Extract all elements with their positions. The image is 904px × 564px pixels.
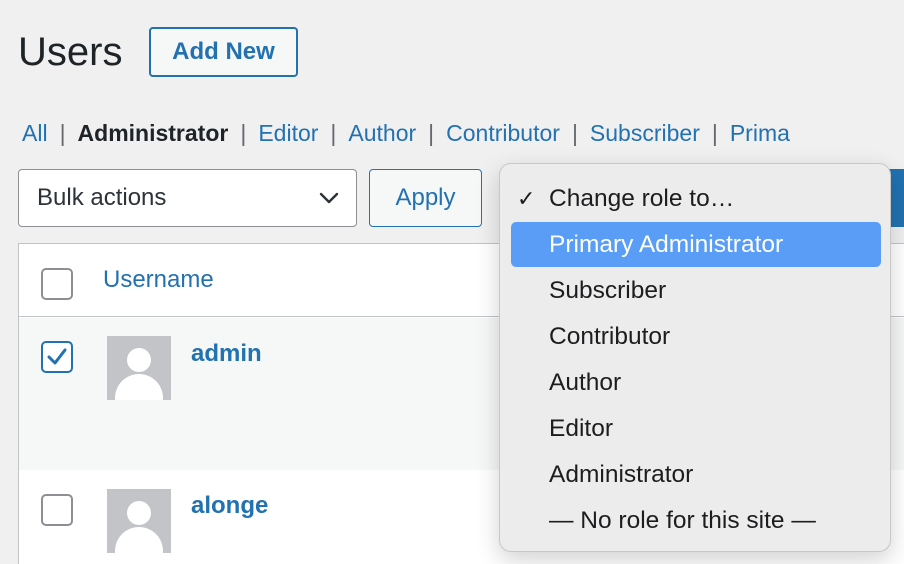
role-option-editor[interactable]: Editor xyxy=(511,406,881,451)
bulk-actions-value: Bulk actions xyxy=(37,184,167,211)
filter-separator: | xyxy=(240,120,247,146)
role-option-contributor[interactable]: Contributor xyxy=(511,314,881,359)
role-option-label: Primary Administrator xyxy=(549,230,784,258)
role-option-change-role-to[interactable]: ✓ Change role to… xyxy=(511,176,881,221)
username-link[interactable]: admin xyxy=(191,340,262,368)
filter-separator: | xyxy=(711,120,718,146)
role-option-author[interactable]: Author xyxy=(511,360,881,405)
role-option-primary-administrator[interactable]: Primary Administrator xyxy=(511,222,881,267)
change-role-dropdown: ✓ Change role to… Primary Administrator … xyxy=(499,163,891,552)
role-option-label: Contributor xyxy=(549,322,671,350)
filter-subscriber[interactable]: Subscriber xyxy=(590,118,700,148)
filter-all[interactable]: All xyxy=(22,118,48,148)
filter-separator: | xyxy=(428,120,435,146)
role-option-label: Subscriber xyxy=(549,276,667,304)
role-option-label: Author xyxy=(549,368,622,396)
avatar xyxy=(107,336,171,400)
checkmark-icon xyxy=(47,348,67,365)
role-filter-links: All | Administrator | Editor | Author | … xyxy=(22,118,790,148)
filter-contributor[interactable]: Contributor xyxy=(446,118,560,148)
select-all-checkbox[interactable] xyxy=(41,268,73,300)
role-option-label: — No role for this site — xyxy=(549,506,816,534)
role-option-label: Editor xyxy=(549,414,614,442)
filter-separator: | xyxy=(330,120,337,146)
add-new-button[interactable]: Add New xyxy=(149,27,298,77)
username-link[interactable]: alonge xyxy=(191,492,268,520)
role-option-label: Administrator xyxy=(549,460,694,488)
role-option-label: Change role to… xyxy=(549,184,735,212)
row-checkbox[interactable] xyxy=(41,341,73,373)
apply-button[interactable]: Apply xyxy=(369,169,482,227)
checkmark-icon: ✓ xyxy=(517,185,536,211)
page-title: Users xyxy=(18,30,123,74)
role-option-subscriber[interactable]: Subscriber xyxy=(511,268,881,313)
column-username[interactable]: Username xyxy=(103,266,214,294)
chevron-down-icon xyxy=(319,192,339,204)
filter-administrator[interactable]: Administrator xyxy=(78,118,229,148)
avatar xyxy=(107,489,171,553)
row-checkbox[interactable] xyxy=(41,494,73,526)
filter-primary-administrator[interactable]: Prima xyxy=(730,118,790,148)
role-option-administrator[interactable]: Administrator xyxy=(511,452,881,497)
filter-author[interactable]: Author xyxy=(348,118,416,148)
role-option-no-role[interactable]: — No role for this site — xyxy=(511,498,881,543)
filter-separator: | xyxy=(59,120,66,146)
filter-separator: | xyxy=(571,120,578,146)
filter-editor[interactable]: Editor xyxy=(258,118,318,148)
bulk-actions-select[interactable]: Bulk actions xyxy=(18,169,357,227)
